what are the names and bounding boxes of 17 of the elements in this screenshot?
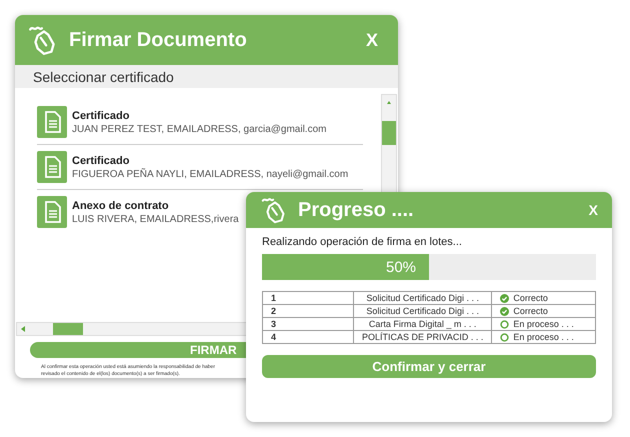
table-cell: Carta Firma Digital _ m . . . [354, 318, 492, 330]
table-cell: 2 [262, 304, 354, 318]
table-cell: Correcto [492, 304, 596, 318]
window-title: Progreso .... [298, 198, 415, 222]
table-cell: 4 [262, 330, 354, 344]
section-header: Seleccionar certificado [15, 65, 398, 88]
table-cell: 3 [262, 318, 354, 330]
table-cell: Solicitud Certificado Digi . . . [354, 304, 492, 318]
table-cell: Solicitud Certificado Digi . . . [354, 292, 492, 304]
table-cell: POLÍTICAS DE PRIVACID . . . [354, 330, 492, 344]
table-cell: 1 [262, 292, 354, 304]
table-cell: En proceso . . . [492, 318, 596, 330]
progress-reading: 50% [386, 258, 416, 276]
status-message: Realizando operación de firma en lotes... [262, 236, 463, 248]
table-cell: Correcto [492, 292, 596, 304]
window-title: Firmar Documento [69, 28, 248, 52]
table-cell: En proceso . . . [492, 330, 596, 344]
